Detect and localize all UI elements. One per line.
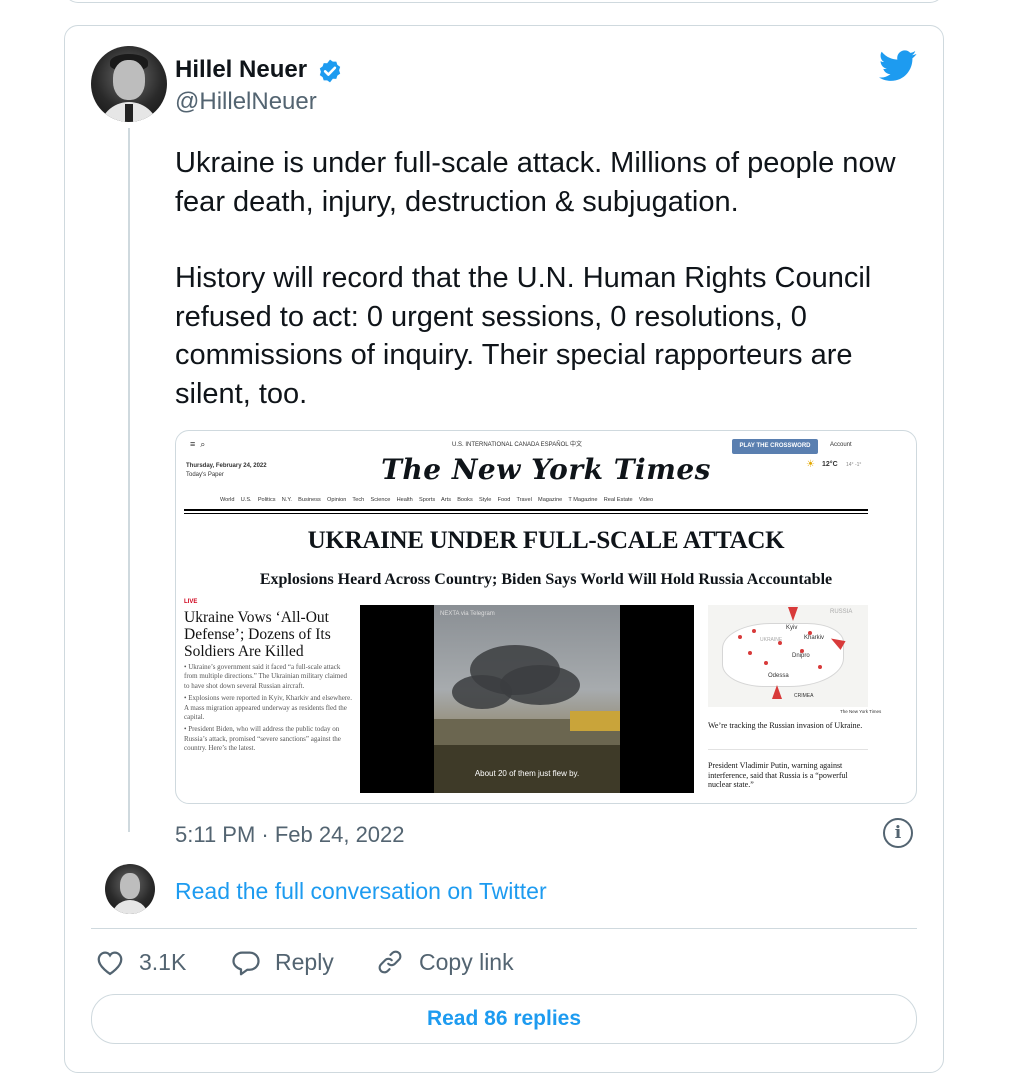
author-avatar[interactable] <box>91 46 167 122</box>
map-label: Kyiv <box>786 625 798 631</box>
map-credit: The New York Times <box>840 709 882 714</box>
previous-tweet-card-edge <box>64 0 944 3</box>
tracking-link: We’re tracking the Russian invasion of U… <box>708 721 863 730</box>
weather-range: 14° -1° <box>846 462 862 468</box>
map-label: Odessa <box>768 673 789 679</box>
reply-button[interactable]: Reply <box>231 948 334 976</box>
like-count: 3.1K <box>139 948 187 975</box>
reply-icon <box>232 951 260 976</box>
account-link: Account <box>830 442 852 448</box>
map-label: Kharkiv <box>804 635 825 641</box>
nyt-story-bullets: • Ukraine’s government said it faced “a … <box>184 663 354 757</box>
invasion-map: RUSSIA UKRAINE Kyiv Kharkiv Dnipro Odess… <box>708 605 868 707</box>
divider <box>91 928 917 929</box>
bullet-item: • Explosions were reported in Kyiv, Khar… <box>184 694 353 722</box>
author-name[interactable]: Hillel Neuer <box>175 56 307 84</box>
tweet-paragraph: History will record that the U.N. Human … <box>175 262 872 410</box>
tweet-text: Ukraine is under full-scale attack. Mill… <box>175 144 915 451</box>
weather-icon: ☀ <box>806 459 815 470</box>
nyt-headline: UKRAINE UNDER FULL-SCALE ATTACK <box>307 527 785 554</box>
bullet-item: • Ukraine’s government said it faced “a … <box>184 663 347 690</box>
video-source: NEXTA via Telegram <box>440 611 495 617</box>
tweet-embed-card: Hillel Neuer @HillelNeuer Ukraine is und… <box>64 25 944 1073</box>
nyt-screenshot: ≡ ⌕ U.S. INTERNATIONAL CANADA ESPAÑOL 中文… <box>176 431 916 803</box>
nyt-rule <box>184 513 868 514</box>
video-caption: About 20 of them just flew by. <box>474 769 580 778</box>
putin-story: President Vladimir Putin, warning agains… <box>708 761 848 789</box>
tweet-paragraph: Ukraine is under full-scale attack. Mill… <box>175 147 896 218</box>
tweet-timestamp[interactable]: 5:11 PM · Feb 24, 2022 <box>175 822 405 848</box>
author-handle[interactable]: @HillelNeuer <box>175 88 317 116</box>
nyt-rule <box>184 509 868 511</box>
twitter-bird-icon[interactable] <box>879 50 917 82</box>
read-replies-button[interactable]: Read 86 replies <box>91 994 917 1044</box>
nyt-video: NEXTA via Telegram About 20 of them just… <box>360 605 694 793</box>
read-full-conversation-link[interactable]: Read the full conversation on Twitter <box>175 878 547 905</box>
bullet-item: • President Biden, who will address the … <box>184 725 341 753</box>
nyt-subhead: Explosions Heard Across Country; Biden S… <box>259 571 833 588</box>
verified-badge-icon <box>319 59 341 83</box>
like-button[interactable]: 3.1K <box>95 948 186 976</box>
link-icon <box>378 950 402 974</box>
copy-link-button[interactable]: Copy link <box>375 948 514 976</box>
nyt-masthead: The New York Times <box>381 453 711 486</box>
map-label: RUSSIA <box>830 609 853 615</box>
map-label: Dnipro <box>792 653 810 659</box>
crossword-button: PLAY THE CROSSWORD <box>732 439 818 454</box>
nyt-edition-nav: U.S. INTERNATIONAL CANADA ESPAÑOL 中文 <box>452 442 583 448</box>
weather-temp: 12°C <box>822 461 838 468</box>
reply-label: Reply <box>275 948 334 975</box>
menu-icon: ≡ ⌕ <box>190 439 206 449</box>
thread-line <box>128 128 130 832</box>
info-icon[interactable]: i <box>883 818 913 848</box>
tweet-media-image[interactable]: ≡ ⌕ U.S. INTERNATIONAL CANADA ESPAÑOL 中文… <box>175 430 917 804</box>
live-label: LIVE <box>184 599 198 605</box>
copy-link-label: Copy link <box>419 948 514 975</box>
map-label: CRIMEA <box>794 693 814 699</box>
nyt-section-nav: World U.S. Politics N.Y. Business Opinio… <box>220 497 654 503</box>
heart-icon <box>97 951 123 976</box>
conversation-avatar <box>105 864 155 914</box>
nyt-story-headline: Ukraine Vows ‘All-Out Defense’; Dozens o… <box>184 609 331 660</box>
